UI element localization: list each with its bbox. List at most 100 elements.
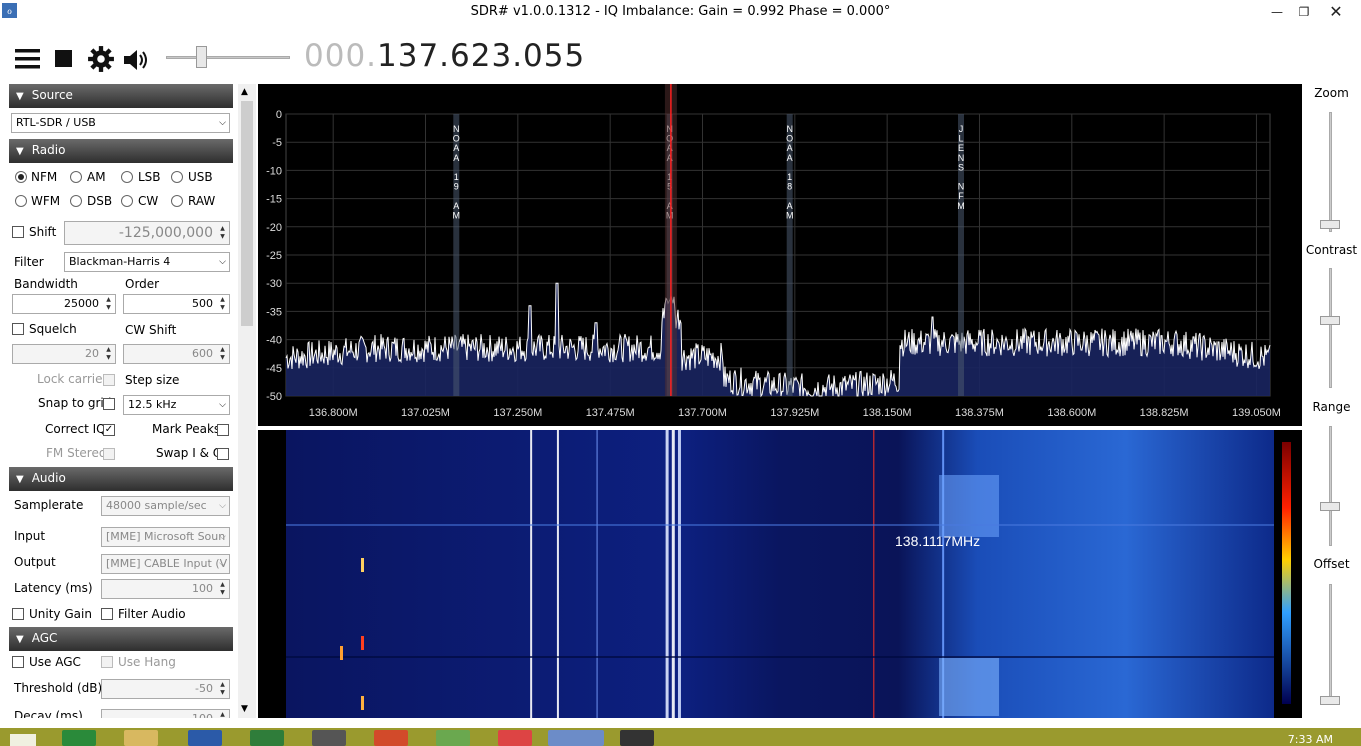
scroll-down-icon[interactable]: ▼ [241,704,248,714]
svg-text:S: S [958,162,964,172]
shift-checkbox[interactable] [12,226,24,238]
unity-gain-checkbox[interactable] [12,608,24,620]
contrast-slider-track[interactable] [1329,268,1332,388]
scroll-up-icon[interactable]: ▲ [241,87,248,97]
gear-icon[interactable] [87,45,115,73]
spin-arrows-icon[interactable]: ▲▼ [217,346,228,362]
audio-section-header[interactable]: ▼ Audio [9,467,233,491]
frequency-display[interactable]: 137.623.055 [377,38,585,74]
waterfall-display[interactable]: 138.1117MHz [258,430,1302,718]
offset-slider-thumb[interactable] [1320,696,1340,705]
samplerate-select[interactable]: 48000 sample/sec ⌵ [101,496,230,516]
fm-stereo-checkbox[interactable] [103,448,115,460]
spin-arrows-icon[interactable]: ▲▼ [217,296,228,312]
cwshift-input[interactable]: 600 ▲ ▼ [123,344,230,364]
spin-arrows-icon[interactable]: ▲▼ [103,346,114,362]
scrollbar-thumb[interactable] [241,101,253,326]
squelch-checkbox[interactable] [12,323,24,335]
threshold-input[interactable]: -50 ▲ ▼ [101,679,230,699]
shift-input[interactable]: -125,000,000 ▲ ▼ [64,221,230,245]
decay-value: 100 [192,712,213,718]
menu-icon[interactable] [14,46,42,74]
use-hang-checkbox[interactable] [101,656,113,668]
spin-arrows-icon[interactable]: ▲▼ [217,681,228,697]
mode-wfm-label: WFM [31,194,61,208]
waterfall-plot[interactable]: 138.1117MHz [258,430,1302,718]
bandwidth-input[interactable]: 25000 ▲ ▼ [12,294,116,314]
contrast-slider-thumb[interactable] [1320,316,1340,325]
mark-peaks-checkbox[interactable] [217,424,229,436]
squelch-input[interactable]: 20 ▲ ▼ [12,344,116,364]
waterfall-signal-burst [939,475,1000,537]
mode-dsb-radio[interactable] [70,195,82,207]
mode-raw-radio[interactable] [171,195,183,207]
y-tick-label: 0 [276,109,282,121]
decay-input[interactable]: 100 ▲▼ [101,709,230,718]
audio-input-select[interactable]: [MME] Microsoft Soun ⌵ [101,527,230,547]
mode-am-radio[interactable] [70,171,82,183]
zoom-label: Zoom [1314,86,1349,100]
sdrsharp-task-icon[interactable] [548,730,604,746]
range-slider-track[interactable] [1329,426,1332,546]
swap-iq-checkbox[interactable] [217,448,229,460]
stop-icon[interactable] [54,48,82,76]
radio-header-label: Radio [31,143,66,157]
range-slider-thumb[interactable] [1320,502,1340,511]
correct-iq-checkbox[interactable]: ✓ [103,424,115,436]
use-agc-label: Use AGC [29,655,81,669]
folder-app-icon[interactable] [124,730,158,746]
spin-arrows-icon[interactable]: ▲▼ [217,225,228,241]
windows-start-icon[interactable] [10,734,36,746]
svg-text:E: E [958,143,964,153]
spin-arrows-icon[interactable]: ▲▼ [103,296,114,312]
volume-slider-track[interactable] [166,56,290,59]
powerpoint-app-icon[interactable] [374,730,408,746]
source-device-select[interactable]: RTL-SDR / USB ⌵ [11,113,230,133]
excel-app-icon[interactable] [250,730,284,746]
zoom-slider-track[interactable] [1329,112,1332,232]
spin-arrows-icon[interactable]: ▲▼ [217,711,228,718]
word-app-icon[interactable] [188,730,222,746]
filter-audio-checkbox[interactable] [101,608,113,620]
snap-to-grid-checkbox[interactable] [103,398,115,410]
latency-input[interactable]: 100 ▲ ▼ [101,579,230,599]
mode-lsb-radio[interactable] [121,171,133,183]
x-tick-label: 137.025M [401,407,450,419]
mode-usb-radio[interactable] [171,171,183,183]
mode-nfm-radio[interactable] [15,171,27,183]
filter-select[interactable]: Blackman-Harris 4 ⌵ [64,252,230,272]
maximize-button[interactable]: ❐ [1291,2,1317,22]
paint-app-icon[interactable] [436,730,470,746]
spectrum-plot[interactable]: 0 -5 -10 -15 -20 -25 -30 -35 -40 -45 -50 136.800M 13… [258,84,1302,426]
use-hang-label: Use Hang [118,655,176,669]
offset-slider-track[interactable] [1329,584,1332,704]
source-section-header[interactable]: ▼ Source [9,84,233,108]
agc-section-header[interactable]: ▼ AGC [9,627,233,651]
close-button[interactable]: ✕ [1323,2,1349,22]
spectrum-analyzer[interactable]: 0 -5 -10 -15 -20 -25 -30 -35 -40 -45 -50 136.800M 13… [258,84,1302,426]
frequency-prefix[interactable]: 000. [304,38,377,74]
photo-app-icon[interactable] [620,730,654,746]
chrome-app-icon[interactable] [498,730,532,746]
spin-arrows-icon[interactable]: ▲▼ [217,581,228,597]
mode-wfm-radio[interactable] [15,195,27,207]
chevron-down-icon: ⌵ [219,118,226,128]
lock-carrier-checkbox[interactable] [103,374,115,386]
lock-carrier-label: Lock carrier [37,372,108,386]
audio-header-label: Audio [31,471,66,485]
media-app-icon[interactable] [312,730,346,746]
shift-label: Shift [29,225,57,239]
speaker-icon[interactable] [122,46,150,74]
mode-cw-radio[interactable] [121,195,133,207]
spreadsheet-app-icon[interactable] [62,730,96,746]
svg-text:M: M [786,210,794,220]
radio-section-header[interactable]: ▼ Radio [9,139,233,163]
order-input[interactable]: 500 ▲ ▼ [123,294,230,314]
audio-output-select[interactable]: [MME] CABLE Input (V ⌵ [101,554,230,574]
use-agc-checkbox[interactable] [12,656,24,668]
svg-text:A: A [787,201,793,211]
zoom-slider-thumb[interactable] [1320,220,1340,229]
minimize-button[interactable]: — [1264,2,1290,22]
step-size-select[interactable]: 12.5 kHz ⌵ [123,395,230,415]
volume-slider-thumb[interactable] [196,46,207,68]
